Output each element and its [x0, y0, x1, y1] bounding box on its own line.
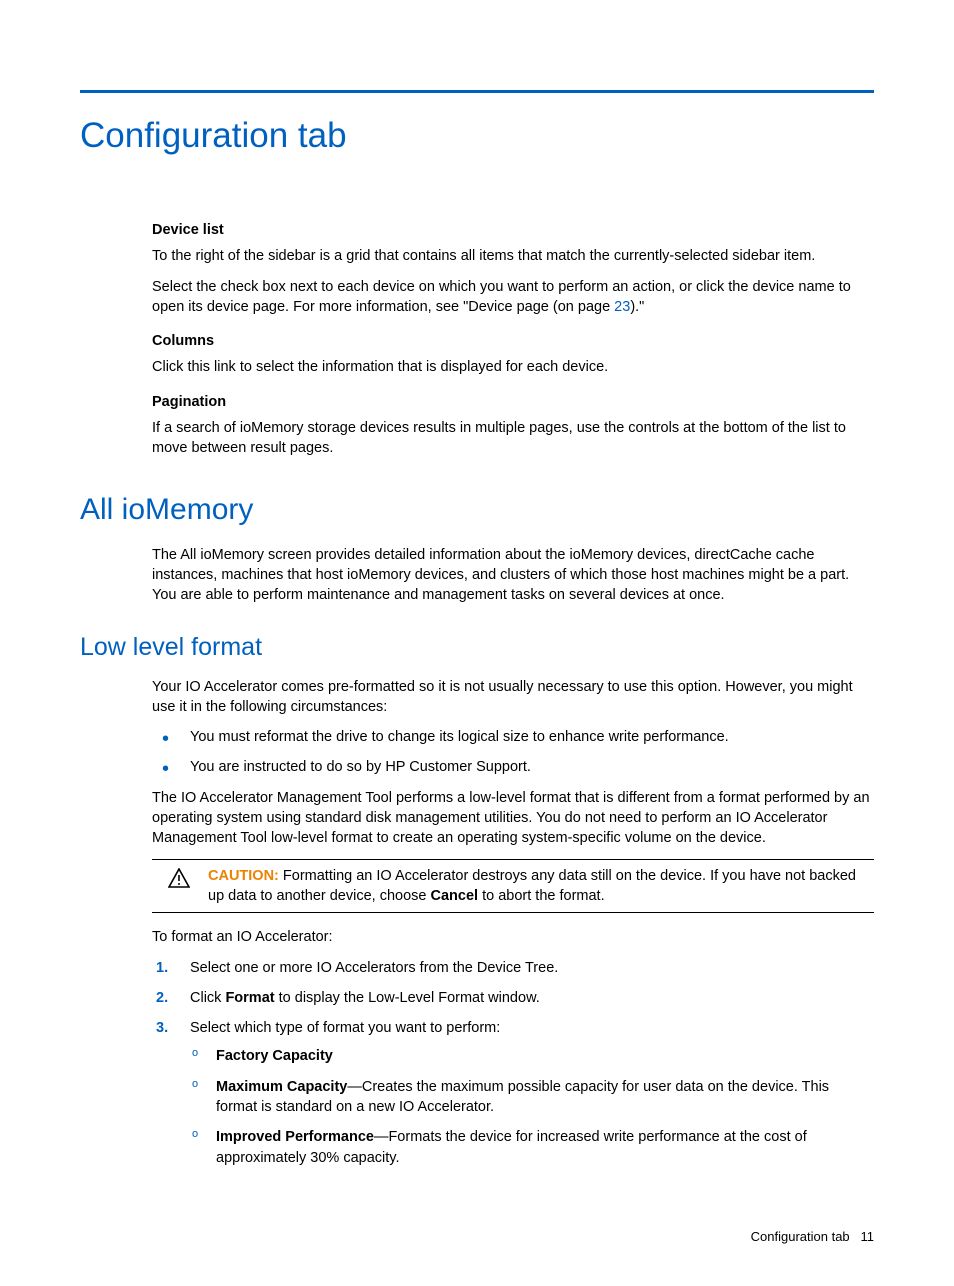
opt-perf-label: Improved Performance [216, 1129, 374, 1145]
all-iomemory-p1: The All ioMemory screen provides detaile… [152, 545, 874, 606]
step-2: Click Format to display the Low-Level Fo… [152, 988, 874, 1008]
device-list-p2b: )." [630, 299, 644, 315]
llf-intro: Your IO Accelerator comes pre-formatted … [152, 677, 874, 718]
pagination-p1: If a search of ioMemory storage devices … [152, 418, 874, 459]
llf-bullet-2: You are instructed to do so by HP Custom… [152, 757, 874, 777]
all-iomemory-title: All ioMemory [80, 489, 874, 531]
device-list-p2a: Select the check box next to each device… [152, 279, 851, 315]
caution-cancel: Cancel [431, 888, 479, 904]
pagination-label: Pagination [152, 392, 874, 412]
page-link-23[interactable]: 23 [614, 299, 630, 315]
caution-label: CAUTION: [208, 868, 279, 884]
llf-p2: The IO Accelerator Management Tool perfo… [152, 788, 874, 849]
opt-perf: Improved Performance—Formats the device … [190, 1127, 874, 1168]
llf-bullet-1: You must reformat the drive to change it… [152, 727, 874, 747]
caution-icon [168, 868, 190, 907]
footer-page: 11 [861, 1229, 875, 1244]
caution-text: CAUTION: Formatting an IO Accelerator de… [208, 866, 874, 907]
caution-box: CAUTION: Formatting an IO Accelerator de… [152, 859, 874, 914]
opt-max: Maximum Capacity—Creates the maximum pos… [190, 1077, 874, 1118]
header-rule [80, 90, 874, 93]
device-list-label: Device list [152, 220, 874, 240]
device-list-p2: Select the check box next to each device… [152, 277, 874, 318]
step-2b: to display the Low-Level Format window. [275, 990, 540, 1006]
step-2a: Click [190, 990, 225, 1006]
step-1: Select one or more IO Accelerators from … [152, 958, 874, 978]
low-level-format-title: Low level format [80, 630, 874, 665]
device-list-p1: To the right of the sidebar is a grid th… [152, 246, 874, 266]
page-footer: Configuration tab 11 [80, 1228, 874, 1246]
format-options: Factory Capacity Maximum Capacity—Create… [190, 1046, 874, 1167]
llf-steps: Select one or more IO Accelerators from … [152, 958, 874, 1168]
step-2-format: Format [225, 990, 274, 1006]
page-title: Configuration tab [80, 111, 874, 160]
columns-p1: Click this link to select the informatio… [152, 357, 874, 377]
device-list-block: Device list To the right of the sidebar … [152, 220, 874, 459]
llf-bullets: You must reformat the drive to change it… [152, 727, 874, 778]
opt-factory-label: Factory Capacity [216, 1048, 333, 1064]
step-3: Select which type of format you want to … [152, 1018, 874, 1168]
caution-b: to abort the format. [478, 888, 605, 904]
columns-label: Columns [152, 331, 874, 351]
step-3-text: Select which type of format you want to … [190, 1020, 500, 1036]
opt-max-label: Maximum Capacity [216, 1079, 347, 1095]
llf-p3: To format an IO Accelerator: [152, 927, 874, 947]
footer-section: Configuration tab [751, 1229, 850, 1244]
opt-factory: Factory Capacity [190, 1046, 874, 1066]
